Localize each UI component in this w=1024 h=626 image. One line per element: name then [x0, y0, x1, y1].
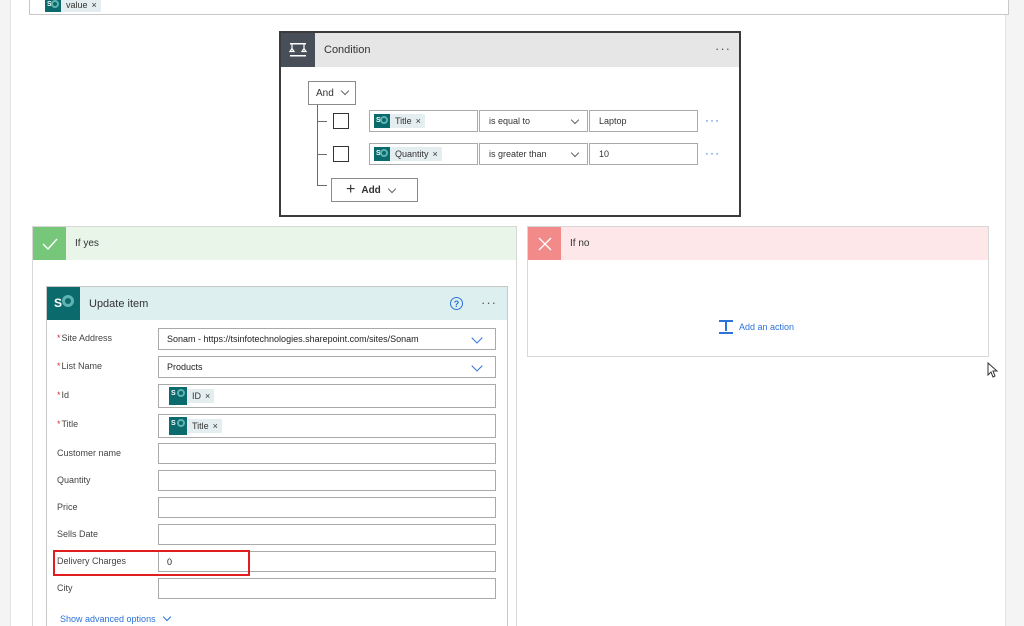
city-label: City: [57, 583, 73, 593]
sharepoint-icon: S: [169, 387, 187, 405]
id-input[interactable]: S ID ×: [158, 384, 496, 408]
remove-token-icon[interactable]: ×: [416, 116, 421, 126]
if-no-label: If no: [570, 238, 590, 249]
plus-icon: +: [346, 181, 356, 198]
tree-line: [317, 105, 318, 185]
quantity-input[interactable]: [158, 470, 496, 491]
list-name-select[interactable]: Products: [158, 356, 496, 378]
operator-select[interactable]: is equal to: [479, 110, 588, 132]
price-input[interactable]: [158, 497, 496, 518]
tree-branch: [317, 121, 327, 122]
chevron-down-icon: [471, 360, 483, 372]
show-advanced-options-link[interactable]: Show advanced options: [60, 612, 171, 624]
id-label: *Id: [57, 390, 70, 400]
title-token-label: Title: [395, 116, 412, 126]
sharepoint-icon: S: [47, 287, 80, 320]
group-operator-value: And: [316, 87, 334, 99]
remove-token-icon[interactable]: ×: [92, 0, 97, 10]
title-label: *Title: [57, 419, 79, 429]
value-text: 10: [599, 149, 610, 159]
value-input[interactable]: Laptop: [589, 110, 698, 132]
mouse-cursor-icon: [987, 362, 999, 378]
condition-card[interactable]: Condition ··· And S Title × is equal to …: [279, 31, 741, 217]
close-icon: [528, 227, 561, 260]
tree-branch: [317, 154, 327, 155]
if-yes-label: If yes: [75, 238, 99, 249]
update-item-header[interactable]: S Update item ? ···: [47, 287, 507, 320]
remove-token-icon[interactable]: ×: [433, 149, 438, 159]
operand-field[interactable]: S Quantity ×: [369, 143, 478, 165]
value-text: Laptop: [599, 116, 627, 126]
site-address-label: *Site Address: [57, 333, 113, 343]
chevron-down-icon: [162, 612, 171, 622]
add-button[interactable]: + Add: [331, 178, 418, 202]
chevron-down-icon: [570, 148, 580, 158]
condition-title: Condition: [324, 44, 371, 56]
condition-icon: [281, 33, 315, 67]
city-input[interactable]: [158, 578, 496, 599]
row-checkbox[interactable]: [333, 113, 349, 129]
update-item-more-icon[interactable]: ···: [481, 295, 497, 310]
tree-branch: [317, 185, 327, 186]
sharepoint-icon: S: [45, 0, 61, 12]
add-action-icon: [719, 320, 733, 334]
row-checkbox[interactable]: [333, 146, 349, 162]
flow-canvas: S value × Condition ··· And S Title × is…: [10, 0, 1009, 626]
sharepoint-icon: S: [374, 147, 390, 161]
price-label: Price: [57, 502, 78, 512]
quantity-token[interactable]: S Quantity ×: [374, 147, 442, 161]
group-operator-select[interactable]: And: [308, 81, 356, 105]
remove-token-icon[interactable]: ×: [213, 421, 218, 431]
help-icon[interactable]: ?: [450, 297, 463, 310]
sells-date-label: Sells Date: [57, 529, 99, 539]
title-token[interactable]: S Title ×: [374, 114, 425, 128]
sharepoint-icon: S: [374, 114, 390, 128]
add-an-action-label: Add an action: [739, 322, 795, 332]
title-input[interactable]: S Title ×: [158, 414, 496, 438]
if-yes-header[interactable]: If yes: [33, 227, 516, 260]
highlight-box: [53, 550, 250, 576]
chevron-down-icon: [471, 332, 483, 344]
title-token-label: Title: [192, 421, 209, 431]
quantity-token-label: Quantity: [395, 149, 429, 159]
checkmark-icon: [33, 227, 66, 260]
if-yes-branch: If yes S Update item ? ··· *Site Address…: [32, 226, 517, 626]
id-token[interactable]: S ID ×: [169, 387, 215, 405]
row-more-icon[interactable]: ···: [705, 113, 720, 127]
advanced-options-label: Show advanced options: [60, 614, 156, 624]
value-input[interactable]: 10: [589, 143, 698, 165]
add-button-label: Add: [361, 184, 381, 196]
operator-value: is greater than: [489, 149, 547, 159]
condition-more-icon[interactable]: ···: [715, 41, 731, 56]
if-no-header[interactable]: If no: [528, 227, 988, 260]
list-name-value: Products: [167, 362, 203, 372]
chevron-down-icon: [387, 184, 397, 193]
site-address-value: Sonam - https://tsinfotechnologies.share…: [167, 334, 419, 344]
customer-name-label: Customer name: [57, 448, 122, 458]
operator-value: is equal to: [489, 116, 531, 126]
value-token[interactable]: S value ×: [45, 0, 101, 12]
update-item-title: Update item: [89, 297, 149, 310]
chevron-down-icon: [570, 115, 580, 125]
chevron-down-icon: [340, 86, 350, 96]
condition-header[interactable]: Condition ···: [281, 33, 739, 67]
remove-token-icon[interactable]: ×: [205, 391, 210, 401]
update-item-card[interactable]: S Update item ? ··· *Site Address Sonam …: [46, 286, 508, 626]
site-address-select[interactable]: Sonam - https://tsinfotechnologies.share…: [158, 328, 496, 350]
title-token[interactable]: S Title ×: [169, 417, 222, 435]
if-no-branch: If no Add an action: [527, 226, 989, 357]
list-name-label: *List Name: [57, 361, 103, 371]
quantity-label: Quantity: [57, 475, 91, 485]
id-token-label: ID: [192, 391, 201, 401]
operand-field[interactable]: S Title ×: [369, 110, 478, 132]
value-token-label: value: [66, 0, 88, 10]
add-an-action-button[interactable]: Add an action: [718, 319, 794, 335]
sells-date-input[interactable]: [158, 524, 496, 545]
operator-select[interactable]: is greater than: [479, 143, 588, 165]
customer-name-input[interactable]: [158, 443, 496, 464]
sharepoint-icon: S: [169, 417, 187, 435]
row-more-icon[interactable]: ···: [705, 146, 720, 160]
apply-to-each-card[interactable]: S value ×: [29, 0, 1009, 15]
